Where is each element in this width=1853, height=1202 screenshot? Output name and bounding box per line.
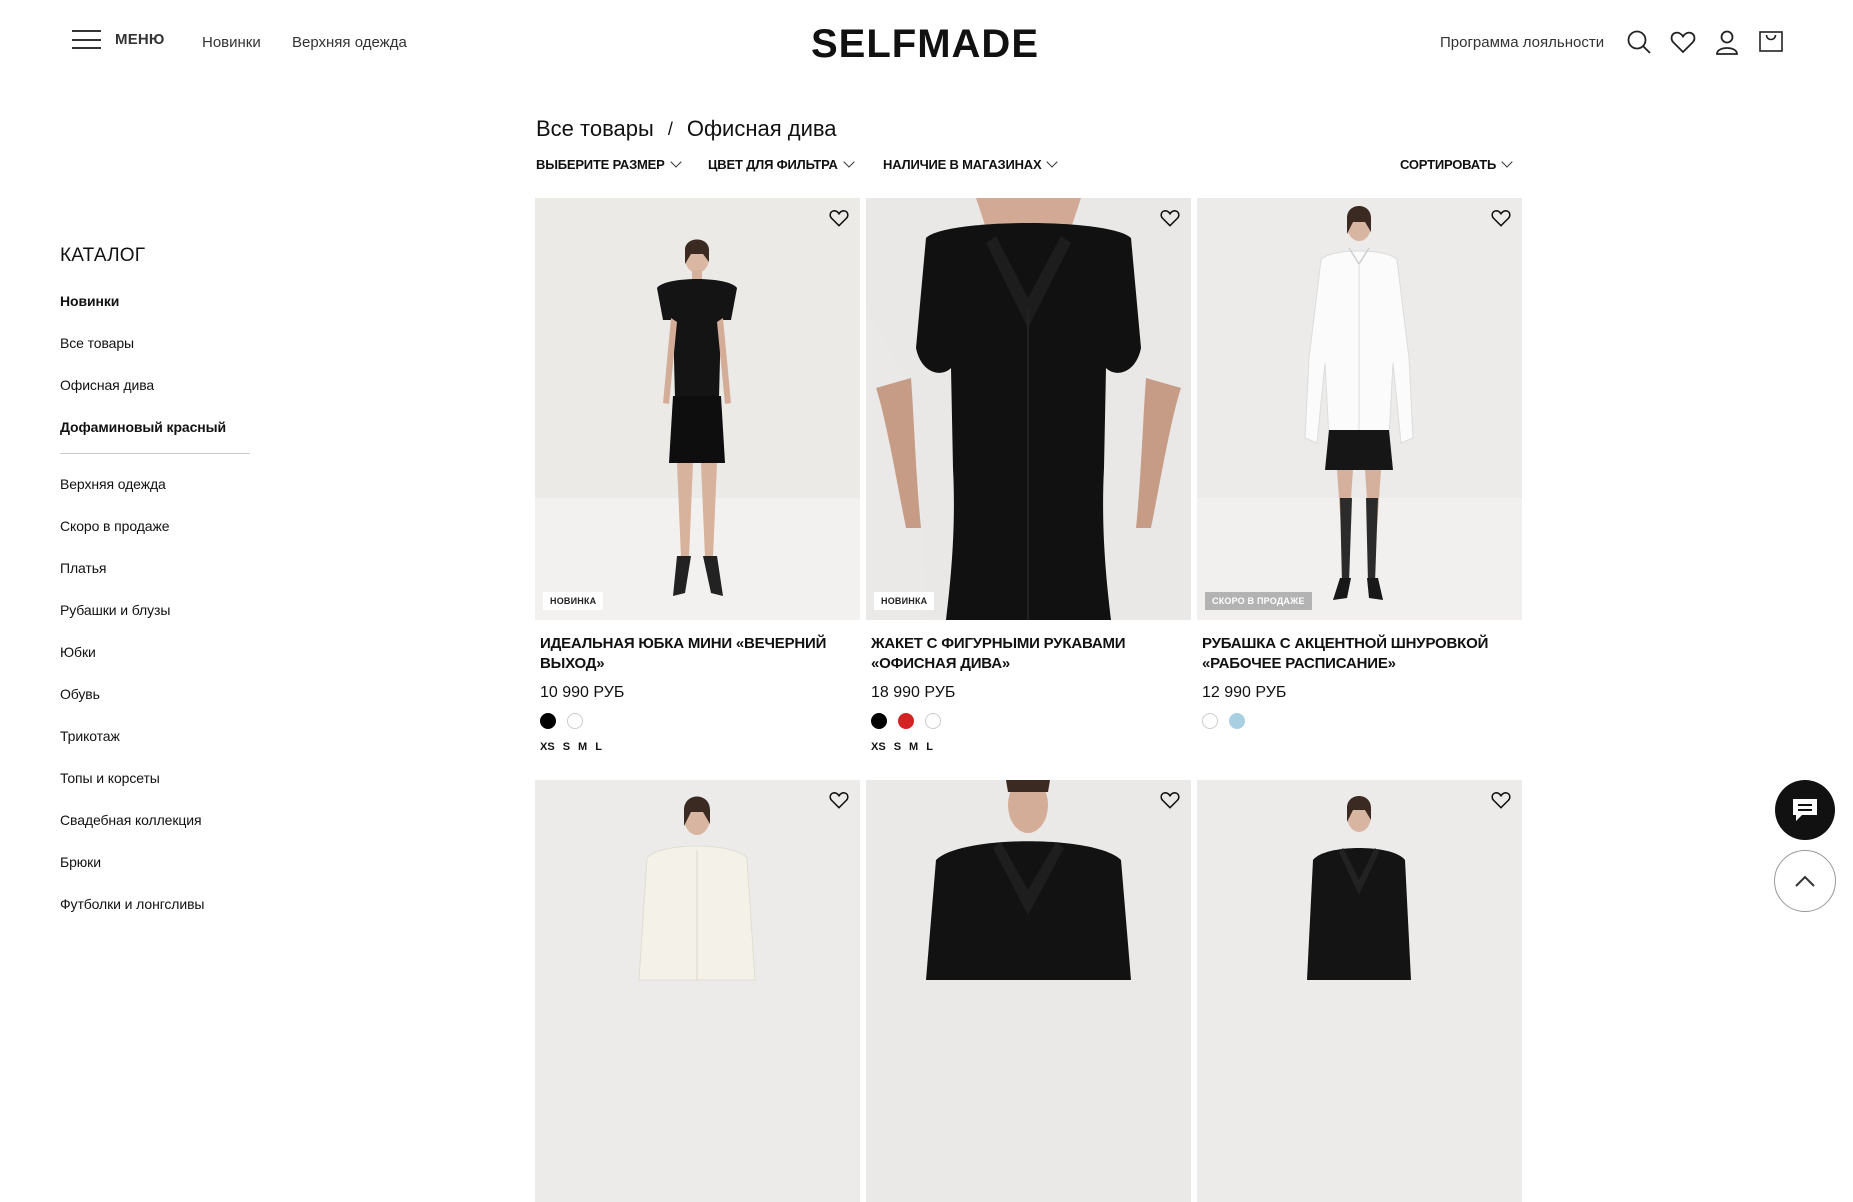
size-list: XS S M L xyxy=(871,741,933,753)
heart-icon[interactable] xyxy=(1669,28,1697,56)
loyalty-program-link[interactable]: Программа лояльности xyxy=(1440,34,1604,51)
catalog-title: КАТАЛОГ xyxy=(60,245,146,266)
product-image[interactable]: СКОРО В ПРОДАЖЕ xyxy=(1197,198,1522,620)
hamburger-icon xyxy=(72,30,101,49)
chat-button[interactable] xyxy=(1775,780,1835,840)
sidebar-item-outerwear[interactable]: Верхняя одежда xyxy=(60,476,250,518)
sidebar-item-wedding[interactable]: Свадебная коллекция xyxy=(60,812,250,854)
size-option[interactable]: XS xyxy=(871,741,886,753)
sidebar-item-dresses[interactable]: Платья xyxy=(60,560,250,602)
product-photo-shirt xyxy=(1197,198,1522,620)
size-option[interactable]: L xyxy=(595,741,602,753)
new-badge: НОВИНКА xyxy=(543,592,604,610)
size-option[interactable]: S xyxy=(894,741,901,753)
product-price: 10 990 РУБ xyxy=(540,684,625,701)
product-image[interactable] xyxy=(1197,780,1522,1202)
product-photo-blazer xyxy=(866,780,1191,1202)
color-swatches xyxy=(1202,713,1245,729)
sidebar-divider xyxy=(60,453,250,454)
filter-bar: ВЫБЕРИТЕ РАЗМЕР ЦВЕТ ДЛЯ ФИЛЬТРА НАЛИЧИЕ… xyxy=(536,156,1521,177)
sidebar-item-skirts[interactable]: Юбки xyxy=(60,644,250,686)
favorite-heart-icon[interactable] xyxy=(1159,790,1181,810)
chevron-down-icon xyxy=(1046,156,1059,168)
size-option[interactable]: XS xyxy=(540,741,555,753)
size-option[interactable]: M xyxy=(578,741,587,753)
sidebar-item-knitwear[interactable]: Трикотаж xyxy=(60,728,250,770)
product-photo-jacket xyxy=(866,198,1191,620)
color-swatch-light-blue[interactable] xyxy=(1229,713,1245,729)
logo[interactable]: SELFMADE xyxy=(811,22,1039,67)
product-name[interactable]: РУБАШКА С АКЦЕНТНОЙ ШНУРОВКОЙ «РАБОЧЕЕ Р… xyxy=(1202,634,1517,674)
chevron-down-icon xyxy=(843,156,855,168)
product-image[interactable] xyxy=(535,780,860,1202)
color-swatch-red[interactable] xyxy=(898,713,914,729)
favorite-heart-icon[interactable] xyxy=(1490,208,1512,228)
chevron-down-icon xyxy=(1501,156,1513,168)
sidebar-item-tshirts[interactable]: Футболки и лонгсливы xyxy=(60,896,250,938)
chat-icon xyxy=(1793,799,1817,821)
search-icon[interactable] xyxy=(1625,28,1653,56)
size-option[interactable]: S xyxy=(563,741,570,753)
sidebar-item-coming-soon[interactable]: Скоро в продаже xyxy=(60,518,250,560)
sidebar-item-office-diva[interactable]: Офисная дива xyxy=(60,377,250,419)
nav-link-new[interactable]: Новинки xyxy=(202,34,261,51)
color-swatches xyxy=(871,713,941,729)
menu-label: МЕНЮ xyxy=(115,31,165,48)
color-swatch-white[interactable] xyxy=(1202,713,1218,729)
favorite-heart-icon[interactable] xyxy=(1159,208,1181,228)
color-swatches xyxy=(540,713,583,729)
cart-icon[interactable] xyxy=(1757,28,1785,56)
sort-label: СОРТИРОВАТЬ xyxy=(1400,157,1497,172)
product-name[interactable]: ЖАКЕТ С ФИГУРНЫМИ РУКАВАМИ «ОФИСНАЯ ДИВА… xyxy=(871,634,1186,674)
sidebar-item-all-products[interactable]: Все товары xyxy=(60,335,250,377)
color-swatch-white[interactable] xyxy=(567,713,583,729)
product-price: 12 990 РУБ xyxy=(1202,684,1287,701)
breadcrumb-all-products[interactable]: Все товары xyxy=(536,116,654,142)
color-swatch-white[interactable] xyxy=(925,713,941,729)
coming-soon-badge: СКОРО В ПРОДАЖЕ xyxy=(1205,592,1312,610)
color-filter-dropdown[interactable]: ЦВЕТ ДЛЯ ФИЛЬТРА xyxy=(708,156,855,172)
breadcrumb: Все товары / Офисная дива xyxy=(536,116,837,142)
user-icon[interactable] xyxy=(1713,28,1741,56)
breadcrumb-separator: / xyxy=(667,119,673,139)
sidebar-item-shoes[interactable]: Обувь xyxy=(60,686,250,728)
site-header: МЕНЮ Новинки Верхняя одежда SELFMADE Про… xyxy=(0,0,1853,88)
sidebar-item-trousers[interactable]: Брюки xyxy=(60,854,250,896)
product-photo-blouse xyxy=(535,780,860,1202)
nav-link-outerwear[interactable]: Верхняя одежда xyxy=(292,34,407,51)
catalog-sidebar: КАТАЛОГ Новинки Все товары Офисная дива … xyxy=(60,245,250,938)
sort-dropdown[interactable]: СОРТИРОВАТЬ xyxy=(1400,156,1513,172)
breadcrumb-current: Офисная дива xyxy=(686,116,837,141)
color-filter-label: ЦВЕТ ДЛЯ ФИЛЬТРА xyxy=(708,157,838,172)
size-filter-label: ВЫБЕРИТЕ РАЗМЕР xyxy=(536,157,665,172)
favorite-heart-icon[interactable] xyxy=(828,208,850,228)
sidebar-item-shirts[interactable]: Рубашки и блузы xyxy=(60,602,250,644)
store-availability-label: НАЛИЧИЕ В МАГАЗИНАХ xyxy=(883,157,1042,172)
color-swatch-black[interactable] xyxy=(540,713,556,729)
product-price: 18 990 РУБ xyxy=(871,684,956,701)
product-image[interactable] xyxy=(866,780,1191,1202)
new-badge: НОВИНКА xyxy=(874,592,935,610)
size-filter-dropdown[interactable]: ВЫБЕРИТЕ РАЗМЕР xyxy=(536,156,682,172)
chevron-up-icon xyxy=(1795,875,1815,887)
product-name[interactable]: ИДЕАЛЬНАЯ ЮБКА МИНИ «ВЕЧЕРНИЙ ВЫХОД» xyxy=(540,634,855,674)
product-image[interactable]: НОВИНКА xyxy=(866,198,1191,620)
favorite-heart-icon[interactable] xyxy=(828,790,850,810)
color-swatch-black[interactable] xyxy=(871,713,887,729)
chevron-down-icon xyxy=(669,156,682,168)
store-availability-dropdown[interactable]: НАЛИЧИЕ В МАГАЗИНАХ xyxy=(883,156,1059,172)
product-photo-skirt xyxy=(535,198,860,620)
sidebar-item-new[interactable]: Новинки xyxy=(60,293,250,335)
scroll-to-top-button[interactable] xyxy=(1774,850,1836,912)
sidebar-item-tops[interactable]: Топы и корсеты xyxy=(60,770,250,812)
favorite-heart-icon[interactable] xyxy=(1490,790,1512,810)
size-option[interactable]: M xyxy=(909,741,918,753)
menu-button[interactable]: МЕНЮ xyxy=(72,30,165,49)
sidebar-item-dopamine-red[interactable]: Дофаминовый красный xyxy=(60,419,250,461)
size-option[interactable]: L xyxy=(926,741,933,753)
product-image[interactable]: НОВИНКА xyxy=(535,198,860,620)
size-list: XS S M L xyxy=(540,741,602,753)
product-photo-suit xyxy=(1197,780,1522,1202)
